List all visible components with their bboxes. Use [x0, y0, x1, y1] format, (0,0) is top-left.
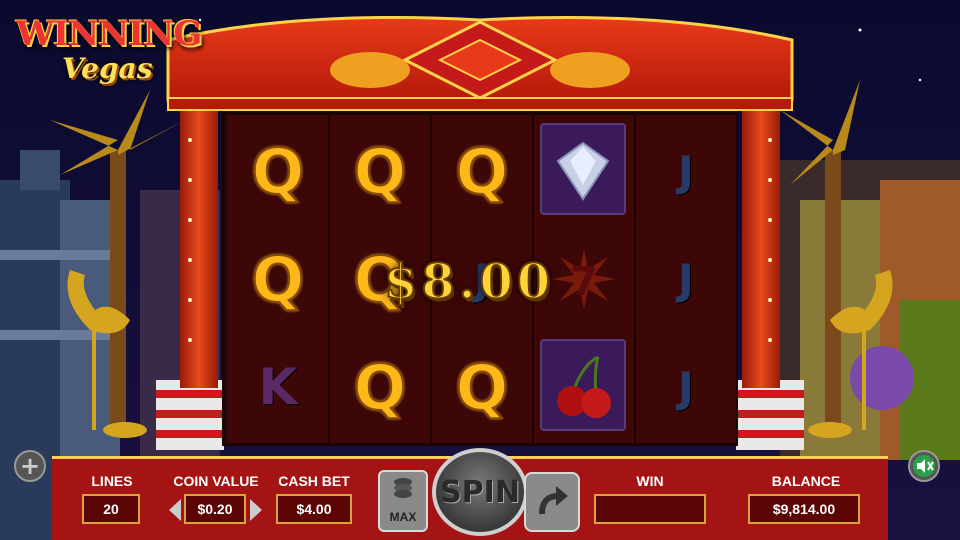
diamond-symbol: [540, 123, 626, 215]
coin-increase-arrow-icon[interactable]: [250, 499, 262, 521]
symbol-j: J: [678, 254, 694, 304]
coin-decrease-arrow-icon[interactable]: [169, 499, 181, 521]
lines-label: LINES: [91, 473, 133, 489]
coin-value-label: COIN VALUE: [173, 473, 259, 489]
curved-arrow-icon: [539, 486, 568, 515]
cash-bet-label: CASH BET: [278, 473, 350, 489]
coin-stack-icon: [394, 478, 412, 498]
win-amount-overlay: $8.00: [383, 253, 555, 311]
diamond-icon: [556, 141, 610, 201]
seven-icon: 7: [552, 249, 616, 309]
sound-toggle-button[interactable]: [908, 450, 940, 482]
reel-5: J J J: [636, 115, 736, 443]
symbol-q: Q: [251, 242, 306, 317]
symbol-q: Q: [353, 350, 408, 425]
balance-label: BALANCE: [771, 473, 841, 489]
lines-value: 20: [82, 494, 140, 524]
cherry-icon: [557, 355, 611, 418]
svg-text:7: 7: [570, 259, 598, 305]
game-logo: WINNING Vegas: [8, 10, 202, 96]
symbol-q: Q: [455, 134, 510, 209]
symbol-q: Q: [455, 350, 510, 425]
balance-value: $9,814.00: [748, 494, 860, 524]
logo-text-vegas: Vegas: [62, 52, 153, 85]
win-label: WIN: [636, 473, 664, 489]
max-bet-button[interactable]: MAX: [378, 470, 428, 532]
symbol-j: J: [678, 146, 694, 196]
symbol-k: K: [258, 358, 298, 416]
zoom-plus-button[interactable]: +: [14, 450, 46, 482]
autoplay-button[interactable]: [524, 472, 580, 532]
speaker-icon: [913, 455, 935, 477]
max-label: MAX: [389, 510, 417, 524]
logo-text-winning: WINNING: [16, 14, 202, 54]
symbol-q: Q: [353, 134, 408, 209]
reel-1: Q Q K: [228, 115, 330, 443]
symbol-j: J: [678, 362, 694, 412]
cherry-symbol: [540, 339, 626, 431]
symbol-q: Q: [251, 134, 306, 209]
cash-bet-value: $4.00: [276, 494, 352, 524]
coin-value: $0.20: [184, 494, 246, 524]
spin-button[interactable]: SPIN: [432, 448, 528, 536]
win-value: [594, 494, 706, 524]
